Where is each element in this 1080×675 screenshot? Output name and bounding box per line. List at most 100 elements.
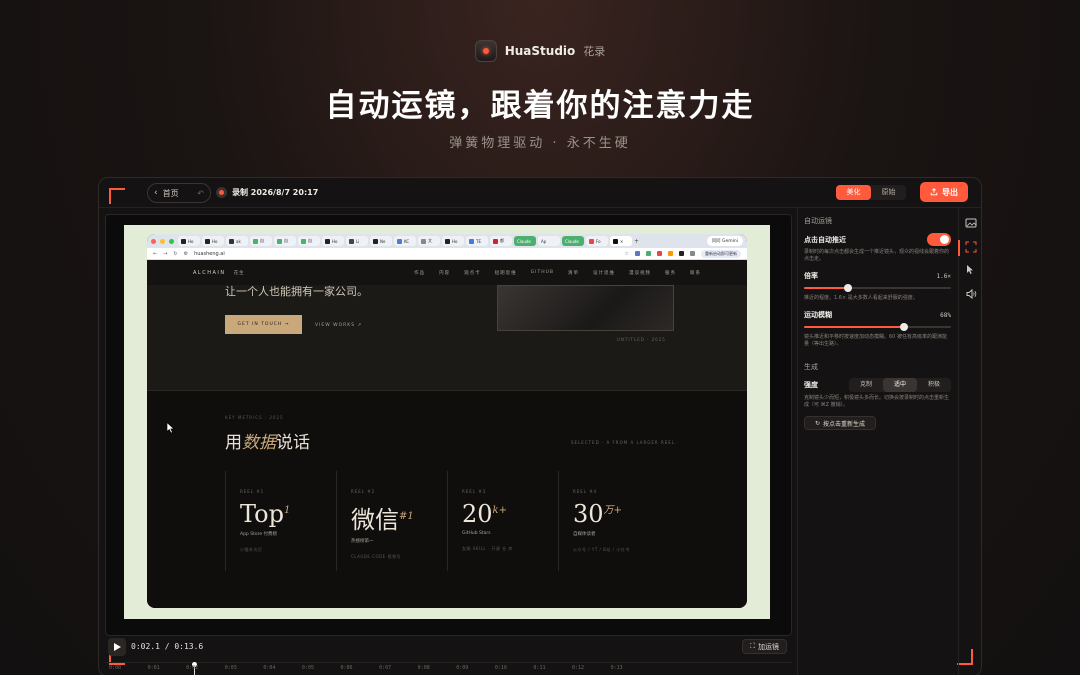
strength-selector: 克制 适中 积极 bbox=[849, 378, 951, 392]
view-works-link[interactable]: VIEW WORKS ↗ bbox=[315, 323, 362, 328]
play-button[interactable] bbox=[108, 638, 126, 656]
close-dot-icon bbox=[151, 238, 156, 244]
browser-tab[interactable]: 自 bbox=[250, 236, 272, 246]
strength-option-moderate[interactable]: 适中 bbox=[883, 378, 917, 392]
browser-tab[interactable]: Ne bbox=[370, 236, 392, 246]
export-button[interactable]: 导出 bbox=[920, 182, 968, 202]
bookmark-star-icon[interactable]: ☆ bbox=[625, 251, 629, 257]
extension-icon[interactable] bbox=[668, 251, 673, 256]
browser-tab-claude[interactable]: Claude bbox=[514, 236, 536, 246]
zoom-slider-knob[interactable] bbox=[844, 284, 853, 292]
timeline-tick-label: 0:00 bbox=[109, 665, 122, 671]
motion-blur-slider-knob[interactable] bbox=[899, 323, 908, 331]
timeline-tick-label: 0:07 bbox=[379, 665, 392, 671]
motion-blur-slider[interactable] bbox=[804, 323, 951, 331]
browser-tab[interactable]: Ho bbox=[202, 236, 224, 246]
site-nav-item[interactable]: 内容 bbox=[439, 270, 450, 276]
recorded-browser: Ho Ho ak 自 自 自 Ho Li Ne KC 文 Ho TE 都 Cla… bbox=[147, 234, 747, 608]
site-hero: 让一个人也能拥有一家公司。 GET IN TOUCH → VIEW WORKS … bbox=[147, 285, 747, 391]
reload-icon[interactable]: ↻ bbox=[173, 251, 177, 257]
metric-card: REEL #1 Top1 App Store 付费榜 小猫补光灯 bbox=[225, 471, 325, 571]
zoom-label: 倍率 bbox=[804, 272, 818, 280]
browser-tab[interactable]: Ho bbox=[178, 236, 200, 246]
browser-tab-bar: Ho Ho ak 自 自 自 Ho Li Ne KC 文 Ho TE 都 Cla… bbox=[147, 234, 747, 248]
restart-update-button[interactable]: 重新启动即可更新 bbox=[701, 249, 741, 258]
browser-tab[interactable]: Ap bbox=[538, 236, 560, 246]
regenerate-button[interactable]: ↻ 按点击重新生成 bbox=[804, 416, 876, 430]
timeline-ruler[interactable]: 0:00 0:01 0:02 0:03 0:04 0:05 0:06 0:07 0:08 0:09… bbox=[105, 662, 792, 675]
back-icon[interactable]: ← bbox=[153, 251, 157, 257]
camera-frame-icon[interactable] bbox=[965, 241, 977, 253]
timeline-tick-label: 0:13 bbox=[610, 665, 623, 671]
extension-icon[interactable] bbox=[635, 251, 640, 256]
gemini-button[interactable]: 问问 Gemini bbox=[706, 236, 743, 246]
get-in-touch-button[interactable]: GET IN TOUCH → bbox=[225, 315, 302, 334]
mode-toggle: 美化 原始 bbox=[836, 185, 906, 200]
new-tab-icon[interactable]: + bbox=[634, 238, 639, 245]
site-nav-item[interactable]: 服务 bbox=[665, 270, 676, 276]
home-button[interactable]: 首页 bbox=[163, 188, 179, 199]
audio-icon[interactable] bbox=[965, 288, 977, 300]
site-nav: ALCHAIN 花生 作品 内容 观点卡 短期思维 GITHUB 清单 设计思维… bbox=[147, 260, 747, 285]
browser-tab[interactable]: 都 bbox=[490, 236, 512, 246]
timeline-tick-label: 0:11 bbox=[533, 665, 546, 671]
preview-stage: Ho Ho ak 自 自 自 Ho Li Ne KC 文 Ho TE 都 Cla… bbox=[105, 214, 792, 636]
browser-tab[interactable]: ak bbox=[226, 236, 248, 246]
mode-original-tab[interactable]: 原始 bbox=[871, 185, 906, 200]
add-camera-motion-button[interactable]: ⛶ 加运镜 bbox=[742, 639, 787, 654]
timeline-tick-label: 0:03 bbox=[224, 665, 237, 671]
browser-tab-claude[interactable]: Claude bbox=[562, 236, 584, 246]
browser-tab[interactable]: 自 bbox=[274, 236, 296, 246]
site-nav-item[interactable]: 作品 bbox=[414, 270, 425, 276]
rail-active-indicator bbox=[958, 240, 960, 256]
regenerate-label: 按点击重新生成 bbox=[823, 420, 866, 428]
zoom-slider[interactable] bbox=[804, 284, 951, 292]
preview-canvas: Ho Ho ak 自 自 自 Ho Li Ne KC 文 Ho TE 都 Cla… bbox=[124, 225, 770, 619]
forward-icon[interactable]: → bbox=[163, 251, 167, 257]
strength-label: 强度 bbox=[804, 381, 818, 389]
chevron-left-icon[interactable]: ‹ bbox=[154, 188, 158, 198]
section-generate: 生成 bbox=[804, 363, 818, 371]
site-nav-item[interactable]: 观点卡 bbox=[464, 270, 481, 276]
site-nav-links: 作品 内容 观点卡 短期思维 GITHUB 清单 设计思维 漫谈视频 服务 联系 bbox=[414, 270, 701, 276]
extension-icon[interactable] bbox=[690, 251, 695, 256]
browser-tab[interactable]: 文 bbox=[418, 236, 440, 246]
url-field[interactable]: huasheng.ai bbox=[194, 251, 618, 257]
browser-tab[interactable]: Ho bbox=[442, 236, 464, 246]
browser-tab[interactable]: TE bbox=[466, 236, 488, 246]
site-nav-item[interactable]: 设计思维 bbox=[593, 270, 615, 276]
site-nav-item[interactable]: 联系 bbox=[690, 270, 701, 276]
timeline-tick-label: 0:05 bbox=[301, 665, 314, 671]
toolbar: ‹ 首页 ↶ 录制 2026/8/7 20:17 美化 原始 导出 bbox=[99, 178, 981, 208]
browser-tab[interactable]: Ho bbox=[322, 236, 344, 246]
site-info-icon[interactable]: ⚙ bbox=[184, 251, 188, 257]
browser-tab[interactable]: Li bbox=[346, 236, 368, 246]
site-nav-item[interactable]: 清单 bbox=[568, 270, 579, 276]
site-logo[interactable]: ALCHAIN bbox=[193, 270, 226, 276]
browser-tab[interactable]: Fo bbox=[586, 236, 608, 246]
mode-beautify-tab[interactable]: 美化 bbox=[836, 185, 871, 200]
strength-desc: 克制镜头少而短，积极镜头多而长。切换会按录制时的点击重新生成（可 ⌘Z 撤销）。 bbox=[804, 395, 950, 408]
zoom-desc: 推近的程度。1.6× 是大多数人看起来舒服的强度。 bbox=[804, 295, 918, 301]
auto-push-label: 点击自动推近 bbox=[804, 235, 846, 244]
strength-option-aggressive[interactable]: 积极 bbox=[917, 378, 951, 392]
strength-option-restrained[interactable]: 克制 bbox=[849, 378, 883, 392]
metrics-label: KEY METRICS · 2025 bbox=[225, 415, 284, 420]
cursor-effect-icon[interactable] bbox=[965, 264, 977, 276]
browser-tab-active[interactable]: ✕ bbox=[610, 236, 632, 246]
record-logo-icon bbox=[474, 40, 497, 62]
browser-tab[interactable]: 自 bbox=[298, 236, 320, 246]
background-image-icon[interactable] bbox=[965, 217, 977, 229]
site-nav-item[interactable]: GITHUB bbox=[531, 270, 554, 276]
recording-icon bbox=[216, 187, 227, 198]
auto-push-toggle[interactable] bbox=[927, 233, 951, 246]
extension-icon[interactable] bbox=[679, 251, 684, 256]
site-nav-item[interactable]: 漫谈视频 bbox=[629, 270, 651, 276]
motion-blur-desc: 镜头推近和平移时按速度加动态模糊。60 被任有高级率的跟演能量（等出生路）。 bbox=[804, 334, 947, 347]
extension-icon[interactable] bbox=[646, 251, 651, 256]
undo-icon[interactable]: ↶ bbox=[197, 189, 204, 198]
site-nav-item[interactable]: 短期思维 bbox=[495, 270, 517, 276]
browser-tab[interactable]: KC bbox=[394, 236, 416, 246]
play-icon bbox=[113, 643, 121, 651]
extension-icon[interactable] bbox=[657, 251, 662, 256]
